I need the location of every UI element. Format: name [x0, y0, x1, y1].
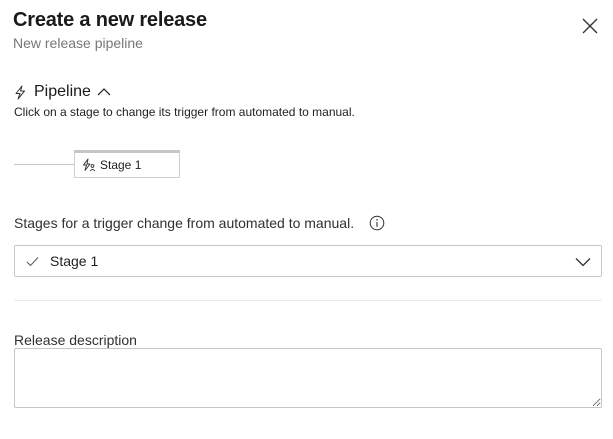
stages-dropdown-value: Stage 1 — [50, 253, 99, 269]
pipeline-section-title: Pipeline — [34, 83, 91, 100]
stage-label: Stage 1 — [100, 158, 142, 172]
trigger-change-label: Stages for a trigger change from automat… — [14, 215, 355, 231]
release-description-textarea[interactable] — [14, 348, 602, 408]
trigger-change-label-row: Stages for a trigger change from automat… — [14, 213, 385, 233]
pipeline-section-header[interactable]: Pipeline — [14, 82, 111, 102]
stage-connector-line — [14, 164, 74, 165]
lightning-icon — [14, 84, 28, 100]
chevron-down-icon — [575, 254, 591, 270]
stages-dropdown[interactable]: Stage 1 — [14, 245, 602, 277]
close-icon — [582, 18, 598, 34]
info-icon[interactable] — [369, 215, 385, 231]
page-subtitle: New release pipeline — [13, 35, 143, 51]
release-description-label: Release description — [14, 332, 137, 348]
stage-trigger-icon — [82, 158, 96, 172]
checkmark-icon — [26, 254, 40, 268]
chevron-up-icon[interactable] — [97, 85, 111, 99]
stage-card[interactable]: Stage 1 — [74, 150, 180, 178]
close-button[interactable] — [576, 12, 604, 40]
page-title: Create a new release — [13, 9, 207, 31]
pipeline-description: Click on a stage to change its trigger f… — [14, 105, 355, 119]
section-divider — [14, 300, 602, 301]
